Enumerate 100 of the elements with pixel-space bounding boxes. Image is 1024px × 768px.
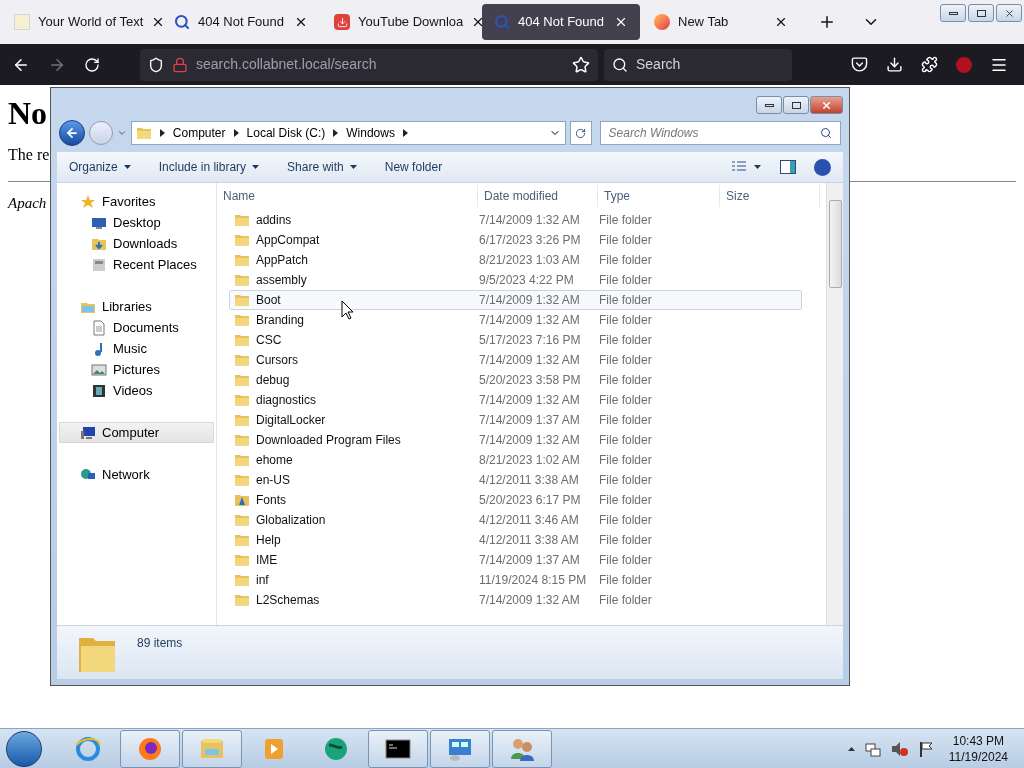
toolbar-button[interactable]: New folder <box>384 158 443 176</box>
toolbar-label: Share with <box>287 159 344 176</box>
nav-item[interactable]: Pictures <box>59 359 214 380</box>
maximize-button[interactable] <box>783 96 809 114</box>
clock[interactable]: 10:43 PM 11/19/2024 <box>948 732 1008 765</box>
back-button[interactable] <box>59 120 85 146</box>
chevron-icon <box>233 129 239 137</box>
nav-item[interactable]: Downloads <box>59 233 214 254</box>
scrollbar[interactable] <box>826 183 843 625</box>
minimize-button[interactable] <box>756 96 782 114</box>
file-name: ehome <box>256 452 293 469</box>
pocket-icon[interactable] <box>851 56 868 73</box>
toolbar-button[interactable]: Share with <box>287 158 357 176</box>
date-modified: 11/19/2024 8:15 PM <box>479 572 588 589</box>
toolbar-button[interactable]: Organize <box>69 158 131 176</box>
file-row[interactable]: Cursors 7/14/2009 1:32 AM File folder <box>229 350 802 370</box>
preview-pane-icon[interactable] <box>780 160 796 174</box>
file-row[interactable]: debug 5/20/2023 3:58 PM File folder <box>229 370 802 390</box>
nav-item[interactable]: Network <box>59 464 214 485</box>
nav-item[interactable]: Recent Places <box>59 254 214 275</box>
new-tab-icon[interactable] <box>818 13 836 31</box>
file-row[interactable]: assembly 9/5/2023 4:22 PM File folder <box>229 270 802 290</box>
browser-tab[interactable]: 404 Not Found <box>162 4 320 40</box>
nav-item[interactable]: Documents <box>59 317 214 338</box>
file-row[interactable]: inf 11/19/2024 8:15 PM File folder <box>229 570 802 590</box>
file-row[interactable]: Help 4/12/2011 3:38 AM File folder <box>229 530 802 550</box>
bookmark-icon[interactable] <box>572 55 590 74</box>
file-row[interactable]: en-US 4/12/2011 3:38 AM File folder <box>229 470 802 490</box>
file-row[interactable]: Globalization 4/12/2011 3:46 AM File folder <box>229 510 802 530</box>
browser-tab[interactable]: New Tab <box>642 4 800 40</box>
taskbar-app[interactable] <box>368 729 428 768</box>
file-row[interactable]: diagnostics 7/14/2009 1:32 AM File folder <box>229 390 802 410</box>
nav-item[interactable]: Computer <box>59 422 214 443</box>
flag-icon[interactable] <box>918 740 933 757</box>
ie-app-icon[interactable] <box>74 734 102 763</box>
toolbar-button[interactable]: Include in library <box>158 158 260 176</box>
close-icon[interactable] <box>294 15 308 29</box>
reload-icon[interactable] <box>84 56 100 73</box>
url-field[interactable]: search.collabnet.local/search <box>140 48 598 81</box>
view-options-icon[interactable] <box>732 161 762 173</box>
close-icon[interactable] <box>614 15 628 29</box>
file-row[interactable]: Downloaded Program Files 7/14/2009 1:32 AM File folder <box>229 430 802 450</box>
volume-muted-icon[interactable] <box>890 740 909 757</box>
pictures-icon <box>91 361 107 378</box>
file-row[interactable]: addins 7/14/2009 1:32 AM File folder <box>229 210 802 230</box>
file-row[interactable]: Fonts 5/20/2023 6:17 PM File folder <box>229 490 802 510</box>
browser-tab[interactable]: YouTube Downloa <box>322 4 480 40</box>
nav-item[interactable]: Desktop <box>59 212 214 233</box>
extensions-icon[interactable] <box>921 56 938 73</box>
file-row[interactable]: CSC 5/17/2023 7:16 PM File folder <box>229 330 802 350</box>
page-footer: Apach <box>8 192 50 215</box>
file-row[interactable]: Boot 7/14/2009 1:32 AM File folder <box>229 290 802 310</box>
file-type: File folder <box>599 532 653 549</box>
refresh-icon <box>575 127 587 139</box>
column-header[interactable]: Size <box>720 185 820 207</box>
date-modified: 7/14/2009 1:32 AM <box>479 292 581 309</box>
file-row[interactable]: Branding 7/14/2009 1:32 AM File folder <box>229 310 802 330</box>
item-count: 89 items <box>137 635 183 652</box>
nav-item[interactable]: Music <box>59 338 214 359</box>
dropdown-arrow-icon <box>349 165 357 169</box>
breadcrumb-item[interactable]: Local Disk (C:) <box>246 124 326 142</box>
close-icon[interactable] <box>774 15 788 29</box>
column-header[interactable]: Name <box>217 185 478 207</box>
dropdown-arrow-icon <box>123 165 131 169</box>
file-row[interactable]: IME 7/14/2009 1:37 AM File folder <box>229 550 802 570</box>
file-row[interactable]: L2Schemas 7/14/2009 1:32 AM File folder <box>229 590 802 610</box>
file-name: addins <box>256 212 292 229</box>
file-name: DigitalLocker <box>256 412 326 429</box>
recent-pages-icon[interactable] <box>116 128 127 138</box>
tab-title: 404 Not Found <box>198 13 285 32</box>
column-header[interactable]: Type <box>598 185 720 207</box>
browser-tab[interactable]: Your World of Text <box>2 4 160 40</box>
browser-tab[interactable]: 404 Not Found <box>482 4 640 40</box>
start-button[interactable] <box>6 730 42 767</box>
file-row[interactable]: AppPatch 8/21/2023 1:03 AM File folder <box>229 250 802 270</box>
breadcrumb-item[interactable]: Windows <box>346 124 395 142</box>
nav-item[interactable]: Videos <box>59 380 214 401</box>
file-row[interactable]: DigitalLocker 7/14/2009 1:37 AM File folder <box>229 410 802 430</box>
taskbar-app[interactable] <box>120 729 180 768</box>
network-icon[interactable] <box>864 740 881 757</box>
close-button[interactable] <box>810 96 843 114</box>
file-row[interactable]: ehome 8/21/2023 1:02 AM File folder <box>229 450 802 470</box>
nav-item[interactable]: Libraries <box>59 296 214 317</box>
file-type: File folder <box>599 592 653 609</box>
breadcrumb-item[interactable]: Computer <box>172 124 226 142</box>
file-row[interactable]: AppCompat 6/17/2023 3:26 PM File folder <box>229 230 802 250</box>
extension-icon[interactable] <box>956 56 972 73</box>
help-icon[interactable] <box>814 158 831 176</box>
search-field[interactable]: Search Windows <box>599 121 841 145</box>
download-icon[interactable] <box>886 56 903 73</box>
search-field[interactable]: Search <box>604 48 792 81</box>
address-bar[interactable]: Computer Local Disk (C:) Windows <box>130 121 566 145</box>
nav-item[interactable]: Favorites <box>59 191 214 212</box>
show-hidden-icons[interactable] <box>847 746 855 751</box>
column-header[interactable]: Date modified <box>478 185 598 207</box>
file-type: File folder <box>599 412 653 429</box>
date-modified: 4/12/2011 3:38 AM <box>479 532 580 549</box>
restore-button[interactable] <box>968 4 994 22</box>
refresh-button[interactable] <box>569 121 592 145</box>
minimize-button[interactable] <box>940 4 966 22</box>
